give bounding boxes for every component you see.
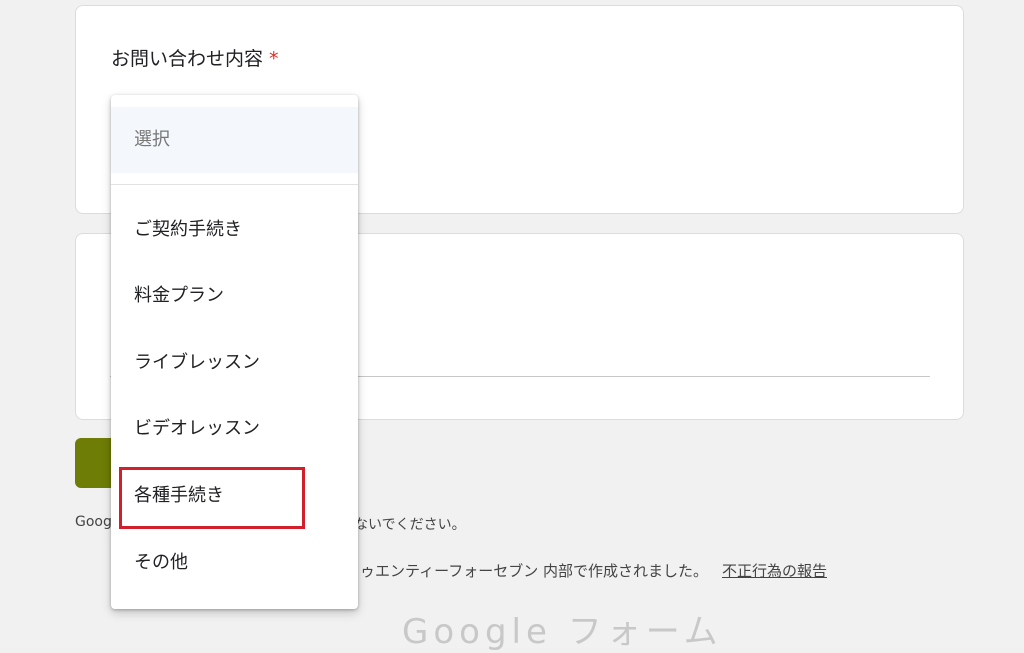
- password-notice-suffix: しないでください。: [340, 517, 466, 533]
- question-title-text: お問い合わせ内容: [111, 48, 264, 70]
- dropdown-option-pricing[interactable]: 料金プラン: [111, 276, 358, 316]
- dropdown-option-placeholder[interactable]: 選択: [111, 107, 358, 173]
- dropdown-option-contract[interactable]: ご契約手続き: [111, 210, 358, 250]
- google-forms-logo: Google フォーム: [402, 612, 723, 652]
- required-mark: *: [269, 48, 279, 70]
- password-notice-prefix: Goog: [75, 514, 112, 530]
- dropdown-option-other[interactable]: その他: [111, 543, 358, 583]
- question-title: お問い合わせ内容 *: [111, 44, 279, 71]
- report-abuse-link[interactable]: 不正行為の報告: [722, 562, 827, 580]
- dropdown-menu[interactable]: 選択 ご契約手続き 料金プラン ライブレッスン ビデオレッスン 各種手続き その…: [111, 95, 358, 609]
- footer-text: トゥエンティーフォーセブン 内部で作成されました。: [345, 562, 708, 580]
- dropdown-option-live-lesson[interactable]: ライブレッスン: [111, 343, 358, 383]
- form-footer: トゥエンティーフォーセブン 内部で作成されました。 不正行為の報告: [345, 560, 827, 581]
- dropdown-option-video-lesson[interactable]: ビデオレッスン: [111, 409, 358, 449]
- highlight-annotation: [119, 467, 305, 529]
- dropdown-divider: [111, 184, 358, 185]
